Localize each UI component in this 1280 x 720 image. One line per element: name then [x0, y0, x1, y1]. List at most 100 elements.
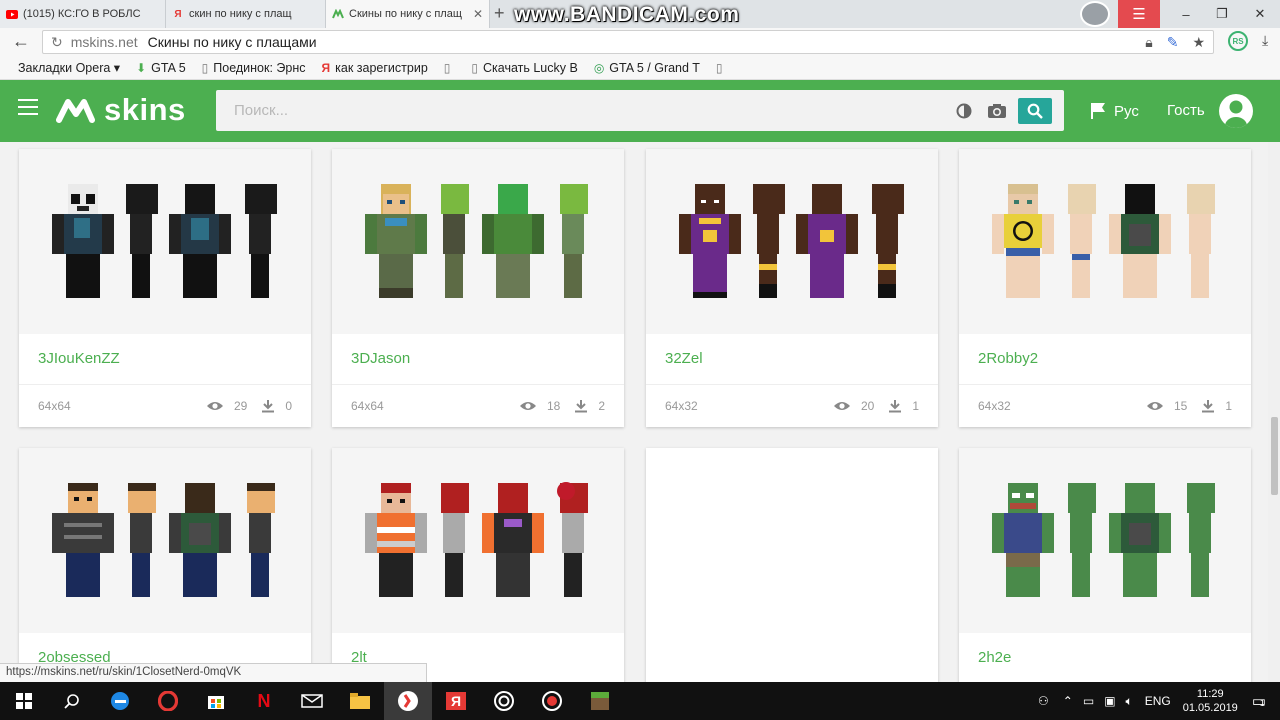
downloads-count: 1: [912, 399, 919, 413]
site-logo[interactable]: skins: [56, 92, 186, 128]
store-icon[interactable]: [192, 682, 240, 720]
skin-meta: 64x32 20 1: [646, 384, 938, 427]
network-icon[interactable]: ▣: [1104, 694, 1115, 708]
download-icon[interactable]: ⤓: [1262, 32, 1268, 49]
profile-icon[interactable]: [1080, 1, 1110, 27]
bookmark-item[interactable]: ◎ GTA 5 / Grand T: [594, 61, 700, 75]
back-arrow-icon[interactable]: ←: [12, 31, 30, 52]
skin-name[interactable]: 32Zel: [646, 334, 938, 384]
downloads-stat: 1: [1201, 399, 1232, 413]
user-name[interactable]: Гость: [1167, 102, 1205, 119]
netflix-icon[interactable]: N: [240, 682, 288, 720]
status-bar-url: https://mskins.net/ru/skin/1ClosetNerd-0…: [0, 663, 427, 682]
scrollbar-thumb[interactable]: [1271, 417, 1278, 495]
browser-tab[interactable]: (1015) КС:ГО В РОБЛС: [0, 0, 166, 28]
browser-tab-active[interactable]: Скины по нику с плащ ✕: [326, 0, 490, 28]
maximize-icon[interactable]: ❐: [1204, 0, 1240, 28]
hamburger-menu-icon[interactable]: [18, 99, 38, 115]
skin-card[interactable]: 3JIouKenZZ 64x64 29 0: [19, 149, 311, 427]
pen-icon[interactable]: ✎: [1167, 34, 1179, 51]
skin-preview[interactable]: [646, 149, 938, 334]
views-count: 15: [1173, 399, 1188, 413]
clock-time: 11:29: [1196, 688, 1224, 700]
volume-icon[interactable]: 🔈︎: [1126, 694, 1133, 709]
skin-card[interactable]: 2h2e: [959, 448, 1251, 682]
download-icon: [889, 400, 902, 413]
skin-card[interactable]: 3DJason 64x64 18 2: [332, 149, 624, 427]
close-tab-icon[interactable]: ✕: [473, 7, 483, 21]
skin-preview[interactable]: [959, 448, 1251, 633]
bookmark-star-icon[interactable]: ★: [1192, 34, 1205, 51]
views-stat: 15: [1146, 399, 1187, 413]
minimize-icon[interactable]: –: [1168, 0, 1204, 28]
bandicam-record-icon[interactable]: [528, 682, 576, 720]
page-icon: ▯: [201, 60, 209, 75]
browser-tab-bar: (1015) КС:ГО В РОБЛС Я скин по нику с пл…: [0, 0, 1280, 28]
search-button[interactable]: [1018, 97, 1052, 124]
input-language[interactable]: ENG: [1145, 694, 1171, 708]
bookmark-item[interactable]: ▯ Скачать Lucky B: [471, 61, 577, 75]
windows-start-icon[interactable]: [0, 682, 48, 720]
skin-preview[interactable]: [19, 149, 311, 334]
address-bar[interactable]: ↻ mskins.net Скины по нику с плащами 🔒︎ …: [42, 30, 1214, 54]
views-count: 20: [860, 399, 875, 413]
search-icon[interactable]: [48, 682, 96, 720]
lock-icon[interactable]: 🔒︎: [1145, 34, 1152, 51]
skin-card[interactable]: 2obsessed: [19, 448, 311, 682]
browser-tab[interactable]: Я скин по нику с плащ: [166, 0, 326, 28]
views-count: 18: [546, 399, 561, 413]
edge-icon[interactable]: [96, 682, 144, 720]
bookmark-item[interactable]: ▯ Поединок: Эрнс: [202, 61, 306, 75]
bookmark-item[interactable]: ▯: [444, 61, 456, 75]
skin-name[interactable]: 2Robby2: [959, 334, 1251, 384]
skin-preview[interactable]: [959, 149, 1251, 334]
avatar[interactable]: [1219, 94, 1253, 128]
mail-icon[interactable]: [288, 682, 336, 720]
downloads-stat: 0: [261, 399, 292, 413]
language-selector[interactable]: Рус: [1090, 102, 1139, 120]
opera-icon[interactable]: [144, 682, 192, 720]
yandex-icon: Я: [174, 8, 182, 20]
skin-meta: 64x64 29 0: [19, 384, 311, 427]
record-target-icon[interactable]: [480, 682, 528, 720]
skin-preview[interactable]: [19, 448, 311, 633]
skin-meta: 64x64 18 2: [332, 384, 624, 427]
flag-icon: [1091, 103, 1105, 119]
notification-center-icon[interactable]: ▭ 1: [1252, 692, 1266, 710]
skin-card[interactable]: 2lt: [332, 448, 624, 682]
bookmark-item[interactable]: ⬇ GTA 5: [136, 61, 186, 75]
people-icon[interactable]: ⚇: [1038, 694, 1049, 708]
downloads-stat: 2: [574, 399, 605, 413]
color-drop-icon[interactable]: [952, 99, 976, 123]
close-window-icon[interactable]: ✕: [1242, 0, 1278, 28]
minecraft-icon[interactable]: [576, 682, 624, 720]
search-input[interactable]: [216, 102, 952, 119]
skin-name[interactable]: 3DJason: [332, 334, 624, 384]
clock[interactable]: 11:29 01.05.2019: [1183, 687, 1238, 715]
chevron-up-icon[interactable]: ⌃: [1063, 694, 1073, 708]
skin-card[interactable]: 2Robby2 64x32 15 1: [959, 149, 1251, 427]
skin-name[interactable]: 2h2e: [959, 633, 1251, 682]
skin-preview-image: [365, 482, 588, 597]
yandex-icon[interactable]: Я: [432, 682, 480, 720]
battery-icon[interactable]: ▭: [1083, 694, 1094, 708]
new-tab-button[interactable]: +: [494, 4, 505, 22]
download-icon: [575, 400, 588, 413]
camera-icon[interactable]: [985, 99, 1009, 123]
skin-preview-image: [52, 184, 277, 298]
skin-name[interactable]: 3JIouKenZZ: [19, 334, 311, 384]
opera-menu-button[interactable]: ☰: [1118, 0, 1160, 28]
yandex-browser-icon[interactable]: [384, 682, 432, 720]
file-explorer-icon[interactable]: [336, 682, 384, 720]
page-scrollbar[interactable]: [1268, 142, 1280, 682]
reload-icon[interactable]: ↻: [51, 34, 63, 51]
skin-preview[interactable]: [332, 149, 624, 334]
bookmark-folder[interactable]: Закладки Opera ▾: [18, 60, 120, 75]
bookmark-item[interactable]: Якак зарегистрир: [322, 61, 428, 75]
tab-title: скин по нику с плащ: [189, 8, 292, 20]
page-icon: ▯: [471, 60, 478, 75]
bookmark-item[interactable]: ▯: [716, 61, 728, 75]
skin-card[interactable]: 32Zel 64x32 20 1: [646, 149, 938, 427]
skin-preview[interactable]: [332, 448, 624, 633]
extension-rs-icon[interactable]: RS: [1228, 31, 1248, 51]
